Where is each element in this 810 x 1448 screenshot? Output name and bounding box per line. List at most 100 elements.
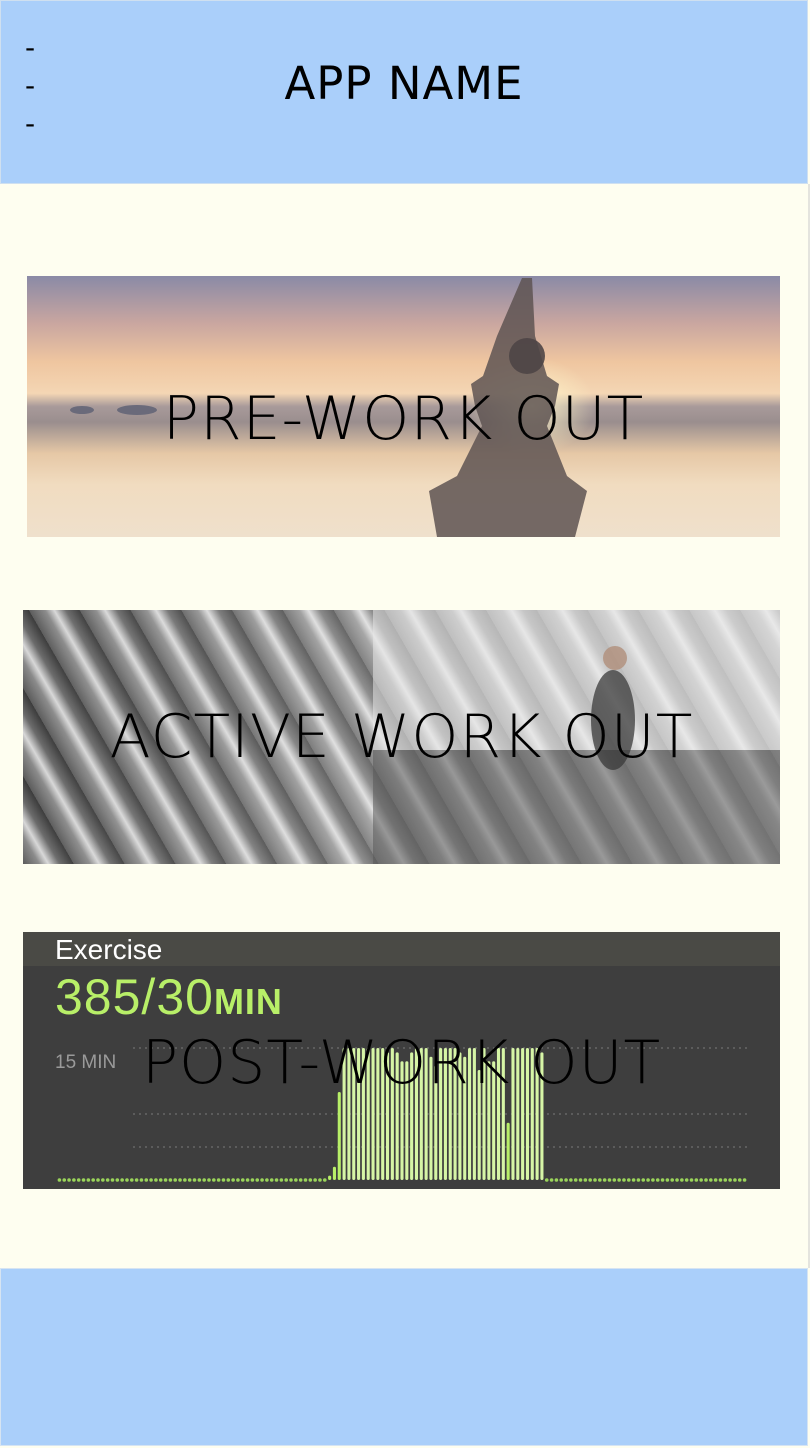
chart-bar [675, 1178, 679, 1182]
chart-bar [636, 1178, 641, 1182]
chart-bar [57, 1178, 62, 1182]
chart-bar [622, 1178, 626, 1182]
chart-bar [250, 1178, 255, 1182]
chart-bar [728, 1178, 732, 1182]
chart-bar [120, 1178, 124, 1182]
chart-bar [506, 1122, 510, 1180]
app-title: APP NAME [284, 57, 524, 110]
chart-bar [573, 1178, 578, 1182]
chart-bar [269, 1178, 274, 1182]
chart-bar [549, 1178, 554, 1182]
chart-bar [279, 1178, 284, 1182]
chart-bar [723, 1178, 728, 1182]
chart-bar [216, 1178, 221, 1182]
chart-bar [274, 1178, 279, 1182]
chart-bar [554, 1178, 559, 1182]
chart-bar [583, 1178, 588, 1182]
chart-bar [694, 1178, 699, 1182]
chart-bar [332, 1166, 336, 1180]
chart-bar [236, 1178, 240, 1182]
chart-bar [617, 1178, 621, 1182]
chart-bar [192, 1178, 197, 1182]
chart-bar [289, 1178, 293, 1182]
chart-bar [173, 1178, 178, 1182]
chart-bar [588, 1178, 592, 1182]
chart-bar [646, 1178, 650, 1182]
chart-bar [607, 1178, 612, 1182]
chart-bar [240, 1178, 245, 1182]
chart-bar [231, 1178, 235, 1182]
chart-bar [593, 1178, 597, 1182]
chart-bar [284, 1178, 288, 1182]
exercise-value: 385/30MIN [55, 968, 283, 1026]
chart-bar [631, 1178, 636, 1182]
chart-bar [680, 1178, 684, 1182]
chart-bar [183, 1178, 187, 1182]
chart-bar [265, 1178, 269, 1182]
chart-bar [76, 1178, 81, 1182]
chart-bar [655, 1178, 660, 1182]
chart-bar [149, 1178, 153, 1182]
chart-bar [337, 1092, 341, 1180]
chart-bar [62, 1178, 67, 1182]
chart-bar [322, 1178, 327, 1182]
chart-bar [294, 1178, 298, 1182]
chart-bar [718, 1178, 723, 1182]
chart-bar [308, 1178, 313, 1182]
chart-bar [221, 1178, 226, 1182]
chart-bar [544, 1178, 549, 1182]
chart-bar [115, 1178, 120, 1182]
chart-bar [197, 1178, 202, 1182]
chart-bar [154, 1178, 158, 1182]
chart-bar [245, 1178, 250, 1182]
exercise-title: Exercise [55, 934, 163, 965]
chart-bar [559, 1178, 564, 1182]
pre-workout-card[interactable]: PRE-WORK OUT [27, 276, 780, 537]
chart-bar [255, 1178, 260, 1182]
active-workout-card[interactable]: ACTIVE WORK OUT [23, 610, 780, 864]
chart-bar [733, 1178, 737, 1182]
chart-bar [689, 1178, 694, 1182]
chart-bar [598, 1178, 602, 1182]
chart-bar [626, 1178, 631, 1182]
app-footer [0, 1268, 808, 1446]
chart-bar [670, 1178, 675, 1182]
chart-bar [641, 1178, 646, 1182]
chart-bar [86, 1178, 91, 1182]
post-workout-label: POST-WORK OUT [141, 1028, 662, 1098]
active-workout-label: ACTIVE WORK OUT [109, 702, 694, 772]
chart-bar [207, 1178, 211, 1182]
chart-bar [144, 1178, 149, 1182]
chart-bar [101, 1178, 105, 1182]
chart-bar [125, 1178, 129, 1182]
chart-bar [742, 1178, 747, 1182]
chart-bar [212, 1178, 216, 1182]
chart-bar [158, 1178, 163, 1182]
chart-bar [298, 1178, 303, 1182]
post-workout-card[interactable]: Exercise 385/30MIN 15 MIN POST-WORK OUT [23, 932, 780, 1189]
chart-bar [163, 1178, 168, 1182]
chart-bar [303, 1178, 308, 1182]
app-header: - - - APP NAME [0, 0, 808, 184]
chart-bar [260, 1178, 264, 1182]
chart-bar [91, 1178, 95, 1182]
chart-bar [313, 1178, 317, 1182]
chart-bar [684, 1178, 689, 1182]
exercise-value-unit: MIN [213, 981, 283, 1022]
chart-bar [187, 1178, 192, 1182]
chart-bar [737, 1178, 742, 1182]
chart-bar [578, 1178, 583, 1182]
chart-bar [168, 1178, 173, 1182]
pre-workout-label: PRE-WORK OUT [162, 384, 645, 454]
chart-bar [139, 1178, 144, 1182]
chart-bar [96, 1178, 100, 1182]
chart-bar [226, 1178, 231, 1182]
chart-bar [660, 1178, 665, 1182]
chart-bar [651, 1178, 655, 1182]
chart-bar [665, 1178, 670, 1182]
chart-bar [202, 1178, 206, 1182]
chart-bar [704, 1178, 708, 1182]
chart-bar [72, 1178, 76, 1182]
chart-bar [569, 1178, 573, 1182]
chart-bar [709, 1178, 713, 1182]
